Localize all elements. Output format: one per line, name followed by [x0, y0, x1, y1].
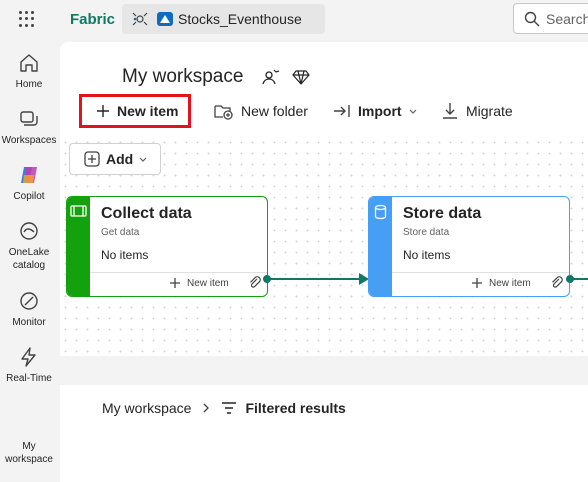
workspaces-icon — [20, 111, 38, 126]
realtime-icon — [21, 347, 36, 367]
rail-label-realtime: Real-Time — [6, 373, 52, 384]
new-item-label: New item — [117, 103, 179, 119]
workspace-identity-icon[interactable] — [262, 68, 280, 86]
plus-icon — [170, 278, 180, 288]
onelake-icon — [20, 222, 38, 240]
new-folder-button[interactable]: New folder — [214, 97, 308, 125]
title-icons — [262, 68, 311, 91]
eventhouse-icon — [156, 11, 174, 32]
import-button[interactable]: Import — [333, 97, 418, 125]
rail-item-workspaces[interactable]: Workspaces — [0, 108, 58, 147]
flow-connector — [572, 278, 588, 280]
card-new-item-button[interactable]: New item — [169, 277, 229, 289]
monitor-icon — [20, 292, 38, 310]
card-new-item-button[interactable]: New item — [471, 277, 531, 289]
database-icon — [374, 204, 387, 220]
attach-icon[interactable] — [248, 276, 262, 290]
migrate-icon — [443, 103, 457, 119]
rail-item-my-workspace[interactable]: My workspace — [0, 436, 58, 466]
migrate-label: Migrate — [466, 103, 513, 119]
workspace-panel: My workspace New item New folder Import … — [60, 42, 588, 482]
card-subtitle: Store data — [403, 227, 450, 238]
plus-icon — [472, 278, 482, 288]
add-task-button[interactable]: Add — [69, 143, 161, 175]
flow-connector — [267, 278, 367, 280]
home-icon — [20, 54, 38, 72]
search-icon — [524, 11, 540, 32]
new-item-button[interactable]: New item — [79, 94, 191, 128]
rail-item-monitor[interactable]: Monitor — [0, 290, 58, 329]
import-arrow-icon — [334, 105, 350, 117]
collect-data-icon — [70, 205, 87, 217]
connector-start-dot — [263, 275, 271, 283]
task-card-store-data[interactable]: Store data Store data No items New item — [368, 196, 570, 297]
card-subtitle: Get data — [101, 227, 140, 238]
card-divider — [392, 272, 569, 273]
add-square-icon — [84, 151, 100, 167]
breadcrumb-current: Filtered results — [245, 400, 346, 416]
workspace-glyph-icon — [130, 10, 150, 33]
rail-label-monitor: Monitor — [12, 317, 46, 328]
breadcrumb: My workspace Filtered results — [102, 400, 346, 416]
rail-item-home[interactable]: Home — [0, 52, 58, 91]
brand-name[interactable]: Fabric — [70, 11, 115, 28]
card-new-item-label: New item — [489, 277, 531, 289]
rail-item-onelake-catalog[interactable]: OneLake catalog — [0, 220, 58, 272]
breadcrumb-eventhouse: Stocks_Eventhouse — [178, 11, 302, 27]
task-flow-canvas: Add Collect data Get data No items New i… — [60, 137, 588, 356]
rail-label-my-workspace: My workspace — [5, 441, 53, 465]
premium-diamond-icon[interactable] — [292, 68, 311, 86]
task-card-collect-data[interactable]: Collect data Get data No items New item — [66, 196, 268, 297]
card-title: Store data — [403, 205, 482, 222]
rail-label-onelake: OneLake catalog — [8, 247, 50, 271]
card-item-count: No items — [403, 248, 451, 262]
search-placeholder: Search — [546, 11, 588, 27]
import-label: Import — [358, 103, 402, 119]
splitter-band[interactable] — [60, 356, 588, 385]
folder-add-icon — [214, 105, 233, 120]
chevron-down-icon — [409, 109, 416, 114]
search-box[interactable]: Search — [513, 3, 588, 34]
breadcrumb-pill[interactable]: Stocks_Eventhouse — [122, 4, 325, 34]
breadcrumb-root[interactable]: My workspace — [102, 400, 191, 416]
rail-label-home: Home — [15, 79, 43, 90]
left-rail: Home Workspaces Copilot OneLake catalog M… — [0, 40, 60, 482]
migrate-button[interactable]: Migrate — [441, 97, 513, 125]
filter-icon — [222, 402, 237, 414]
top-bar: Fabric Stocks_Eventhouse Search — [0, 0, 588, 40]
card-new-item-label: New item — [187, 277, 229, 289]
rail-label-workspaces: Workspaces — [1, 135, 57, 146]
card-divider — [90, 272, 267, 273]
card-item-count: No items — [101, 248, 149, 262]
rail-item-realtime[interactable]: Real-Time — [0, 346, 58, 385]
plus-icon — [97, 105, 109, 117]
add-label: Add — [106, 151, 134, 167]
new-folder-label: New folder — [241, 103, 308, 119]
rail-label-copilot: Copilot — [13, 191, 45, 202]
copilot-icon — [21, 167, 37, 183]
app-launcher-icon[interactable] — [19, 11, 35, 27]
rail-item-copilot[interactable]: Copilot — [0, 164, 58, 203]
card-accent-strip — [67, 197, 90, 296]
card-accent-strip — [369, 197, 392, 296]
attach-icon[interactable] — [550, 276, 564, 290]
chevron-down-icon — [139, 157, 147, 162]
chevron-right-icon — [204, 403, 210, 413]
page-title: My workspace — [122, 66, 244, 87]
card-title: Collect data — [101, 205, 192, 222]
